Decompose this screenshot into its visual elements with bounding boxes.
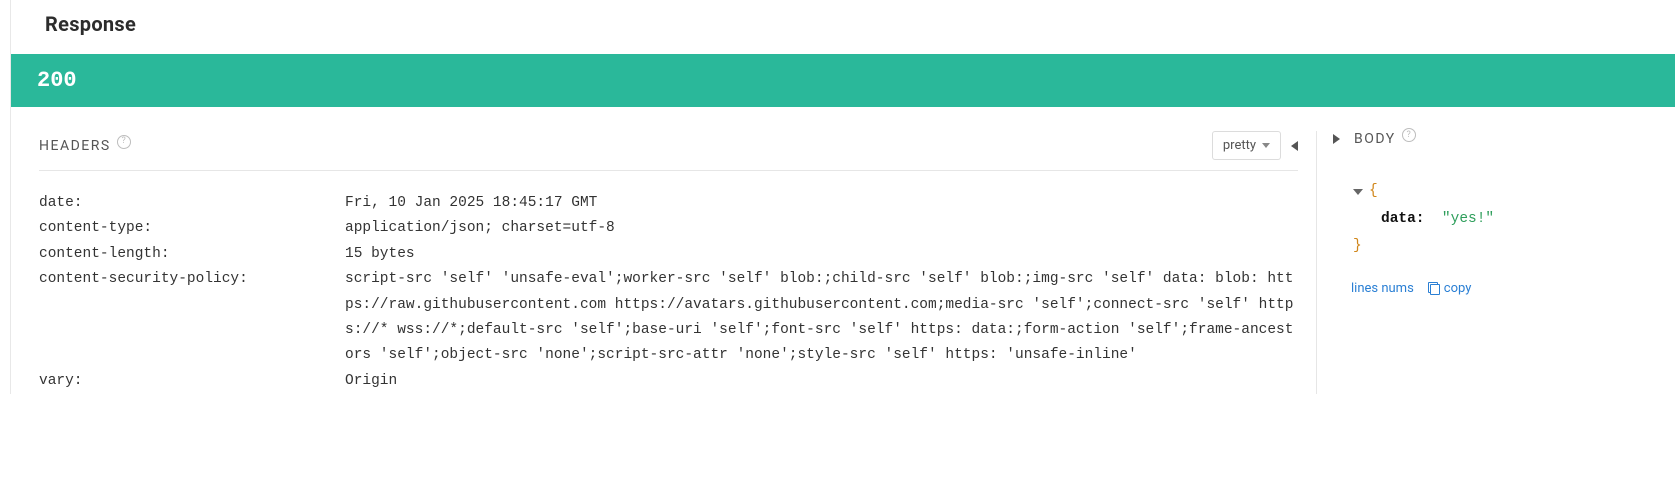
headers-controls: pretty	[1212, 131, 1298, 160]
header-value: Origin	[345, 369, 1298, 394]
json-viewer: { data: "yes!" }	[1331, 178, 1657, 261]
panels: HEADERS ? pretty date: Fri, 10 Jan 2025 …	[11, 107, 1675, 394]
copy-label: copy	[1444, 281, 1472, 296]
collapse-left-icon[interactable]	[1291, 141, 1298, 151]
body-title-wrap: BODY ?	[1354, 131, 1416, 147]
json-row: }	[1353, 233, 1657, 261]
expand-right-icon[interactable]	[1333, 134, 1340, 144]
lines-nums-link[interactable]: lines nums	[1351, 281, 1414, 296]
header-row: content-security-policy: script-src 'sel…	[39, 267, 1298, 369]
copy-link[interactable]: copy	[1428, 281, 1472, 296]
page-title: Response	[11, 0, 1675, 54]
json-row: data: "yes!"	[1353, 206, 1657, 234]
body-actions: lines nums copy	[1331, 281, 1657, 296]
json-row: {	[1353, 178, 1657, 206]
headers-table: date: Fri, 10 Jan 2025 18:45:17 GMT cont…	[39, 191, 1298, 394]
toggle-collapse-icon[interactable]	[1353, 189, 1363, 195]
body-label: BODY	[1354, 131, 1396, 147]
header-value: application/json; charset=utf-8	[345, 216, 1298, 241]
help-icon[interactable]: ?	[117, 135, 131, 149]
headers-panel: HEADERS ? pretty date: Fri, 10 Jan 2025 …	[11, 131, 1317, 394]
header-key: date:	[39, 191, 345, 216]
header-key: content-type:	[39, 216, 345, 241]
json-value: "yes!"	[1442, 211, 1494, 227]
header-key: vary:	[39, 369, 345, 394]
header-row: content-type: application/json; charset=…	[39, 216, 1298, 241]
json-brace-open: {	[1369, 178, 1378, 206]
header-row: content-length: 15 bytes	[39, 242, 1298, 267]
header-value: 15 bytes	[345, 242, 1298, 267]
header-row: vary: Origin	[39, 369, 1298, 394]
header-key: content-length:	[39, 242, 345, 267]
header-row: date: Fri, 10 Jan 2025 18:45:17 GMT	[39, 191, 1298, 216]
view-mode-dropdown[interactable]: pretty	[1212, 131, 1281, 160]
header-value: script-src 'self' 'unsafe-eval';worker-s…	[345, 267, 1298, 369]
header-value: Fri, 10 Jan 2025 18:45:17 GMT	[345, 191, 1298, 216]
status-code: 200	[11, 54, 1675, 107]
json-brace-close: }	[1353, 238, 1362, 254]
header-key: content-security-policy:	[39, 267, 345, 292]
json-key: data:	[1381, 211, 1425, 227]
headers-label: HEADERS	[39, 138, 111, 154]
body-section-header: BODY ?	[1331, 131, 1657, 158]
body-panel: BODY ? { data: "yes!" } lines nums	[1317, 131, 1675, 296]
view-mode-label: pretty	[1223, 138, 1256, 153]
headers-section-header: HEADERS ? pretty	[39, 131, 1298, 171]
copy-icon	[1428, 282, 1440, 294]
headers-title-wrap: HEADERS ?	[39, 138, 131, 154]
chevron-down-icon	[1262, 143, 1270, 148]
help-icon[interactable]: ?	[1402, 128, 1416, 142]
